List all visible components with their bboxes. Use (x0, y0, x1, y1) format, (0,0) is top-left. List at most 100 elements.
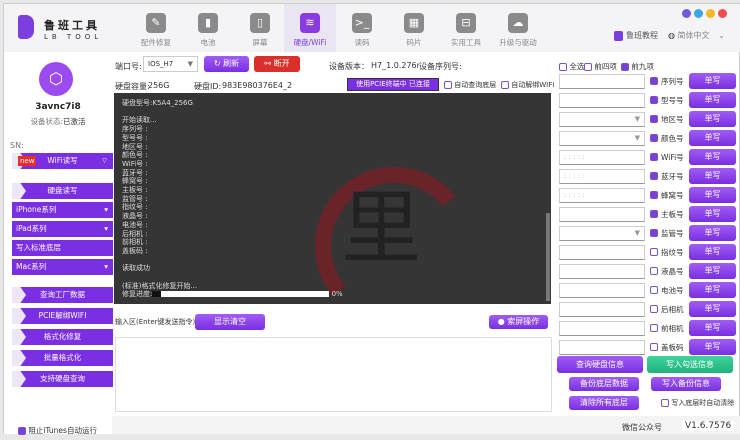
sidebar-item-2[interactable]: iPhone系列 ▾ (12, 202, 113, 218)
write-single-button[interactable]: 单写 (689, 225, 736, 241)
field-checkbox[interactable] (650, 248, 658, 256)
write-checked-button[interactable]: 写入勾选信息 (647, 356, 733, 373)
write-single-button[interactable]: 单写 (689, 244, 736, 260)
port-select[interactable]: IOS_H7 ▼ (143, 56, 198, 72)
backup-bottom-button[interactable]: 备份底层数据 (569, 377, 639, 391)
sidebar-item-4[interactable]: 写入标准底层 (12, 240, 113, 256)
sidebar-item-label: iPad系列 (16, 224, 47, 233)
field-checkbox[interactable] (650, 153, 658, 161)
auto-unbind-checkbox[interactable]: 自动解绑WIFI (501, 80, 554, 90)
command-input[interactable] (115, 337, 552, 412)
field-checkbox[interactable] (650, 77, 658, 85)
field-checkbox[interactable] (650, 115, 658, 123)
field-checkbox[interactable] (650, 191, 658, 199)
write-single-button[interactable]: 单写 (689, 130, 736, 146)
field-checkbox[interactable] (650, 96, 658, 104)
write-single-button[interactable]: 单写 (689, 206, 736, 222)
tutorial-label: 鲁班教程 (626, 31, 658, 40)
nav-tab-7[interactable]: ☁ 升级与驱动 (492, 4, 544, 52)
sidebar-item-10[interactable]: 支持硬盘查询 (12, 371, 113, 387)
write-single-button[interactable]: 单写 (689, 92, 736, 108)
field-checkbox[interactable] (650, 229, 658, 237)
write-single-button[interactable]: 单写 (689, 187, 736, 203)
sidebar-item-3[interactable]: iPad系列 ▾ (12, 221, 113, 237)
pcie-status-button[interactable]: 使用PCIE终端中 已连接 (347, 78, 439, 91)
nav-tab-2[interactable]: ▯ 屏幕 (234, 4, 286, 52)
write-single-button[interactable]: 单写 (689, 73, 736, 89)
field-checkbox[interactable] (650, 324, 658, 332)
query-disk-info-button[interactable]: 查询硬盘信息 (557, 356, 643, 373)
field-input[interactable]: : : : : : (559, 188, 645, 203)
field-checkbox[interactable] (650, 305, 658, 313)
write-single-button[interactable]: 单写 (689, 320, 736, 336)
console-line: 主板号 : (122, 186, 148, 195)
first-four-checkbox[interactable]: 前四项 (584, 61, 617, 72)
close-button[interactable] (718, 9, 727, 18)
write-single-button[interactable]: 单写 (689, 149, 736, 165)
nav-tab-1[interactable]: ▮ 电池 (182, 4, 234, 52)
write-single-button[interactable]: 单写 (689, 168, 736, 184)
auto-query-checkbox[interactable]: 自动查询底层 (444, 80, 496, 90)
sidebar-item-6[interactable]: 查询工厂数据 (12, 287, 113, 303)
skin-button[interactable] (682, 9, 691, 18)
itunes-label: 阻止iTunes自动运行 (28, 426, 97, 435)
tutorial-link[interactable]: 鲁班教程 (614, 30, 658, 41)
nav-tab-5[interactable]: ▦ 码片 (388, 4, 440, 52)
field-input[interactable]: ▼ (559, 131, 645, 146)
write-single-button[interactable]: 单写 (689, 301, 736, 317)
field-input[interactable] (559, 283, 645, 298)
field-checkbox[interactable] (650, 134, 658, 142)
field-checkbox[interactable] (650, 286, 658, 294)
nav-tab-0[interactable]: ✎ 配件修复 (130, 4, 182, 52)
write-single-button[interactable]: 单写 (689, 111, 736, 127)
field-checkbox[interactable] (650, 210, 658, 218)
field-row: 序列号 单写 (557, 73, 740, 90)
wechat-label[interactable]: 微信公众号 (622, 422, 662, 433)
field-input[interactable]: : : : : : (559, 150, 645, 165)
write-single-button[interactable]: 单写 (689, 282, 736, 298)
write-single-button[interactable]: 单写 (689, 263, 736, 279)
screen-operation-button[interactable]: ● 索屏操作 (489, 315, 548, 329)
field-input[interactable] (559, 93, 645, 108)
sidebar-item-1[interactable]: 硬盘读写 (12, 183, 113, 199)
console-scrollbar[interactable] (546, 213, 550, 301)
field-input[interactable] (559, 74, 645, 89)
write-backup-button[interactable]: 写入备份信息 (651, 377, 721, 391)
nav-tab-6[interactable]: ⊟ 实用工具 (440, 4, 492, 52)
field-input[interactable] (559, 340, 645, 355)
nav-tab-3[interactable]: ≋ 硬盘/WiFi (284, 4, 336, 52)
field-input[interactable]: ▼ (559, 226, 645, 241)
auto-clear-checkbox[interactable]: 写入底层时自动清除 (661, 398, 734, 408)
field-input[interactable]: : : : : : (559, 169, 645, 184)
write-single-button[interactable]: 单写 (689, 339, 736, 355)
link-icon: ⚯ (264, 59, 272, 68)
sidebar-item-5[interactable]: Mac系列 ▾ (12, 259, 113, 275)
sidebar-item-9[interactable]: 批量格式化 (12, 350, 113, 366)
language-select[interactable]: ◍ 简体中文 ⌄ (668, 30, 725, 41)
field-checkbox[interactable] (650, 343, 658, 351)
select-all-checkbox[interactable]: 全选 (559, 61, 584, 72)
first-nine-checkbox[interactable]: 前九项 (621, 61, 654, 72)
field-row: ▼ 地区号 单写 (557, 111, 740, 128)
field-input[interactable]: ▼ (559, 112, 645, 127)
clear-all-bottom-button[interactable]: 清除所有底层 (569, 396, 639, 410)
field-input[interactable] (559, 264, 645, 279)
sidebar-item-7[interactable]: PCIE解绑WIFI (12, 308, 113, 324)
clear-display-button[interactable]: 显示清空 (195, 314, 265, 330)
field-input[interactable] (559, 207, 645, 222)
field-input[interactable] (559, 302, 645, 317)
nav-label: 升级与驱动 (499, 38, 537, 47)
field-checkbox[interactable] (650, 267, 658, 275)
sidebar-item-8[interactable]: 格式化修复 (12, 329, 113, 345)
settings-button[interactable] (694, 9, 703, 18)
field-input[interactable] (559, 321, 645, 336)
refresh-button[interactable]: ↻ 刷新 (204, 56, 249, 72)
field-input[interactable] (559, 245, 645, 260)
nav-tab-4[interactable]: >_ 读码 (336, 4, 388, 52)
sidebar-item-0[interactable]: WiFi读写 new ⌔ (12, 153, 113, 169)
itunes-checkbox[interactable]: 阻止iTunes自动运行 (18, 425, 97, 436)
sidebar-item-label: 格式化修复 (43, 332, 82, 341)
minimize-button[interactable] (706, 9, 715, 18)
disconnect-button[interactable]: ⚯ 断开 (254, 56, 300, 72)
field-checkbox[interactable] (650, 172, 658, 180)
